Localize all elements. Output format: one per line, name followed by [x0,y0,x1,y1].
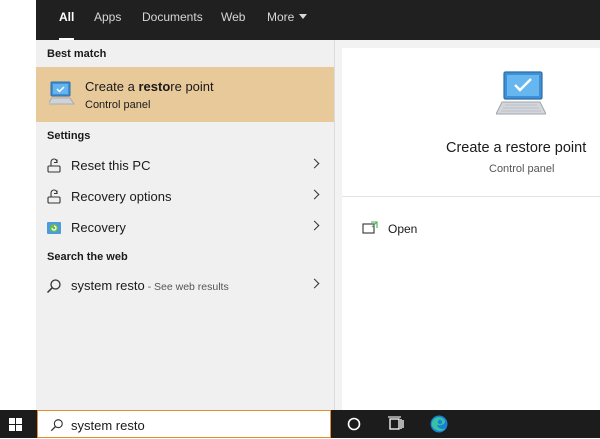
chevron-right-icon [309,189,320,200]
edge-button[interactable] [428,414,450,434]
search-icon [46,279,61,294]
result-reset-this-pc[interactable]: Reset this PC [36,151,334,181]
taskbar-search-box[interactable] [37,410,331,438]
preview-subtitle: Control panel [489,163,555,175]
tab-more[interactable]: More [267,0,308,40]
monitor-icon [49,81,75,105]
tab-documents[interactable]: Documents [142,0,203,40]
divider [342,196,600,197]
task-view-button[interactable] [385,414,407,434]
tab-apps[interactable]: Apps [94,0,121,40]
preview-panel: Create a restore point Control panel Ope… [342,48,600,410]
result-label: Recovery options [71,189,172,204]
best-match-subtitle: Control panel [85,99,151,111]
search-input[interactable] [71,415,311,435]
chevron-right-icon [309,278,320,289]
chevron-right-icon [309,220,320,231]
result-recovery[interactable]: Recovery [36,213,334,243]
recovery-icon [47,222,61,234]
task-view-icon [388,416,404,430]
result-web-search[interactable]: system resto - See web results [36,271,334,301]
web-hint: - See web results [144,281,229,293]
section-header-settings: Settings [47,130,91,142]
result-recovery-options[interactable]: Recovery options [36,182,334,212]
chevron-down-icon [299,14,308,20]
preview-title: Create a restore point [446,140,587,156]
section-header-best-match: Best match [47,48,107,60]
result-label: Reset this PC [71,158,151,173]
best-match-item[interactable]: Create a restore point Control panel [36,67,334,122]
search-tab-bar: All Apps Documents Web More [36,0,600,40]
best-match-title: Create a restore point [85,79,214,94]
windows-logo-icon [9,418,15,424]
cortana-button[interactable] [343,414,365,434]
edge-browser-icon [430,415,448,433]
web-result-label: system resto - See web results [71,278,229,293]
chevron-right-icon [309,158,320,169]
cortana-icon [347,417,361,431]
tab-all[interactable]: All [59,0,75,40]
reset-pc-icon [47,158,61,173]
monitor-icon [496,71,546,115]
desktop-background [0,0,36,410]
open-icon [362,221,378,234]
results-list: Best match Create a restore point Contro… [36,40,335,410]
start-button[interactable] [9,418,23,432]
section-header-web: Search the web [47,251,128,263]
result-label: Recovery [71,220,126,235]
taskbar [0,410,600,438]
search-icon [50,419,63,432]
recovery-options-icon [47,189,61,204]
web-query: system resto [71,278,145,293]
tab-web[interactable]: Web [221,0,245,40]
open-label: Open [388,222,418,236]
search-flyout: All Apps Documents Web More Best match C… [36,0,600,410]
